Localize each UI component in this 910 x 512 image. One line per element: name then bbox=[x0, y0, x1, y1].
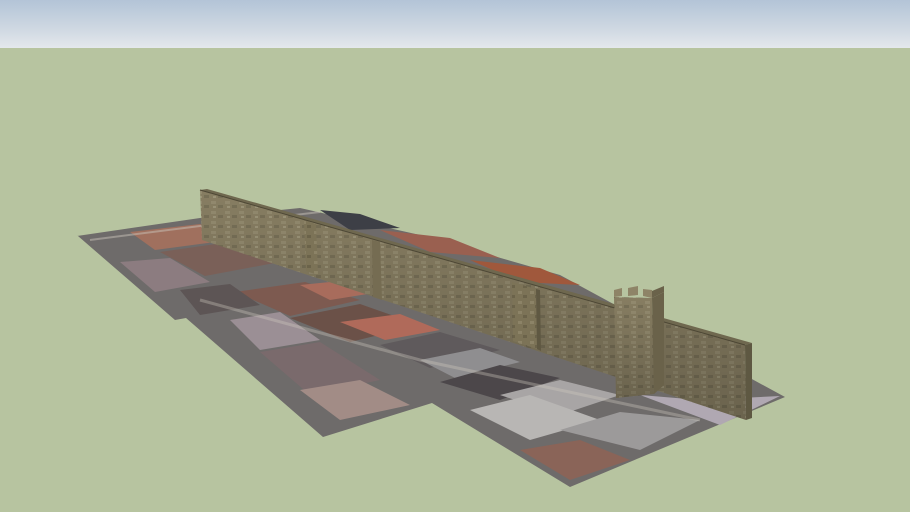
viewport-3d[interactable] bbox=[0, 0, 910, 512]
city-wall-model[interactable] bbox=[0, 0, 910, 512]
tower[interactable] bbox=[614, 286, 664, 398]
